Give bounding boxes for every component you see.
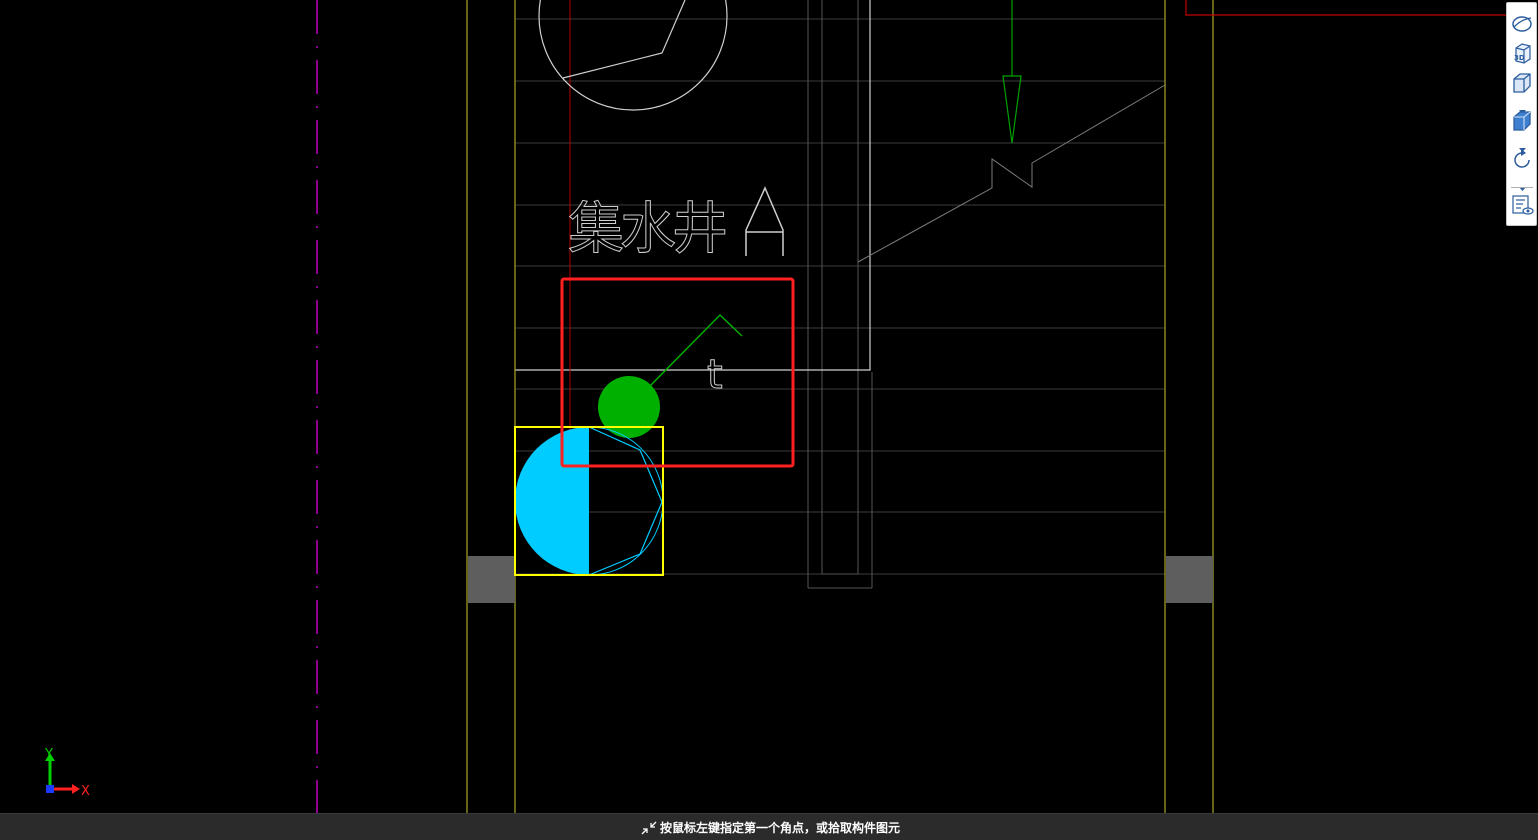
display-cube-dropdown-icon[interactable] (1518, 138, 1527, 152)
view-3d-label: 3D (1514, 54, 1525, 62)
origin-marker (46, 785, 54, 793)
layer-display-icon[interactable] (1510, 193, 1534, 217)
sump-label-text[interactable]: 集水井 (568, 197, 730, 263)
drawing-svg[interactable]: 集水井 t (0, 0, 1538, 813)
cad-drawing-canvas[interactable]: 集水井 t (0, 0, 1538, 813)
display-cube-icon[interactable] (1510, 109, 1534, 133)
column-block-right[interactable] (1166, 556, 1213, 603)
view-3d-icon[interactable]: 3D (1510, 41, 1534, 65)
view-cube-dropdown-icon[interactable] (1518, 100, 1527, 114)
rotate-icon[interactable] (1510, 148, 1534, 172)
y-axis-label: Y (44, 747, 53, 762)
x-axis-arrowhead (72, 784, 80, 794)
view-cube-icon[interactable] (1510, 71, 1534, 95)
pick-corner-icon (640, 820, 658, 836)
axis-indicator: Y X (40, 745, 96, 801)
dynamic-observe-icon[interactable] (1510, 11, 1534, 35)
toolbar-separator (1511, 187, 1533, 188)
status-bar: 按鼠标左键指定第一个角点，或拾取构件图元 (0, 813, 1538, 840)
small-glyph-text: t (707, 352, 723, 398)
x-axis-label: X (81, 784, 90, 799)
column-block-left[interactable] (468, 556, 515, 603)
view-navigation-toolbar: 3D (1506, 2, 1537, 226)
rotate-dropdown-icon[interactable] (1518, 177, 1527, 191)
status-message-group: 按鼠标左键指定第一个角点，或拾取构件图元 (640, 819, 900, 836)
status-message: 按鼠标左键指定第一个角点，或拾取构件图元 (660, 821, 901, 835)
